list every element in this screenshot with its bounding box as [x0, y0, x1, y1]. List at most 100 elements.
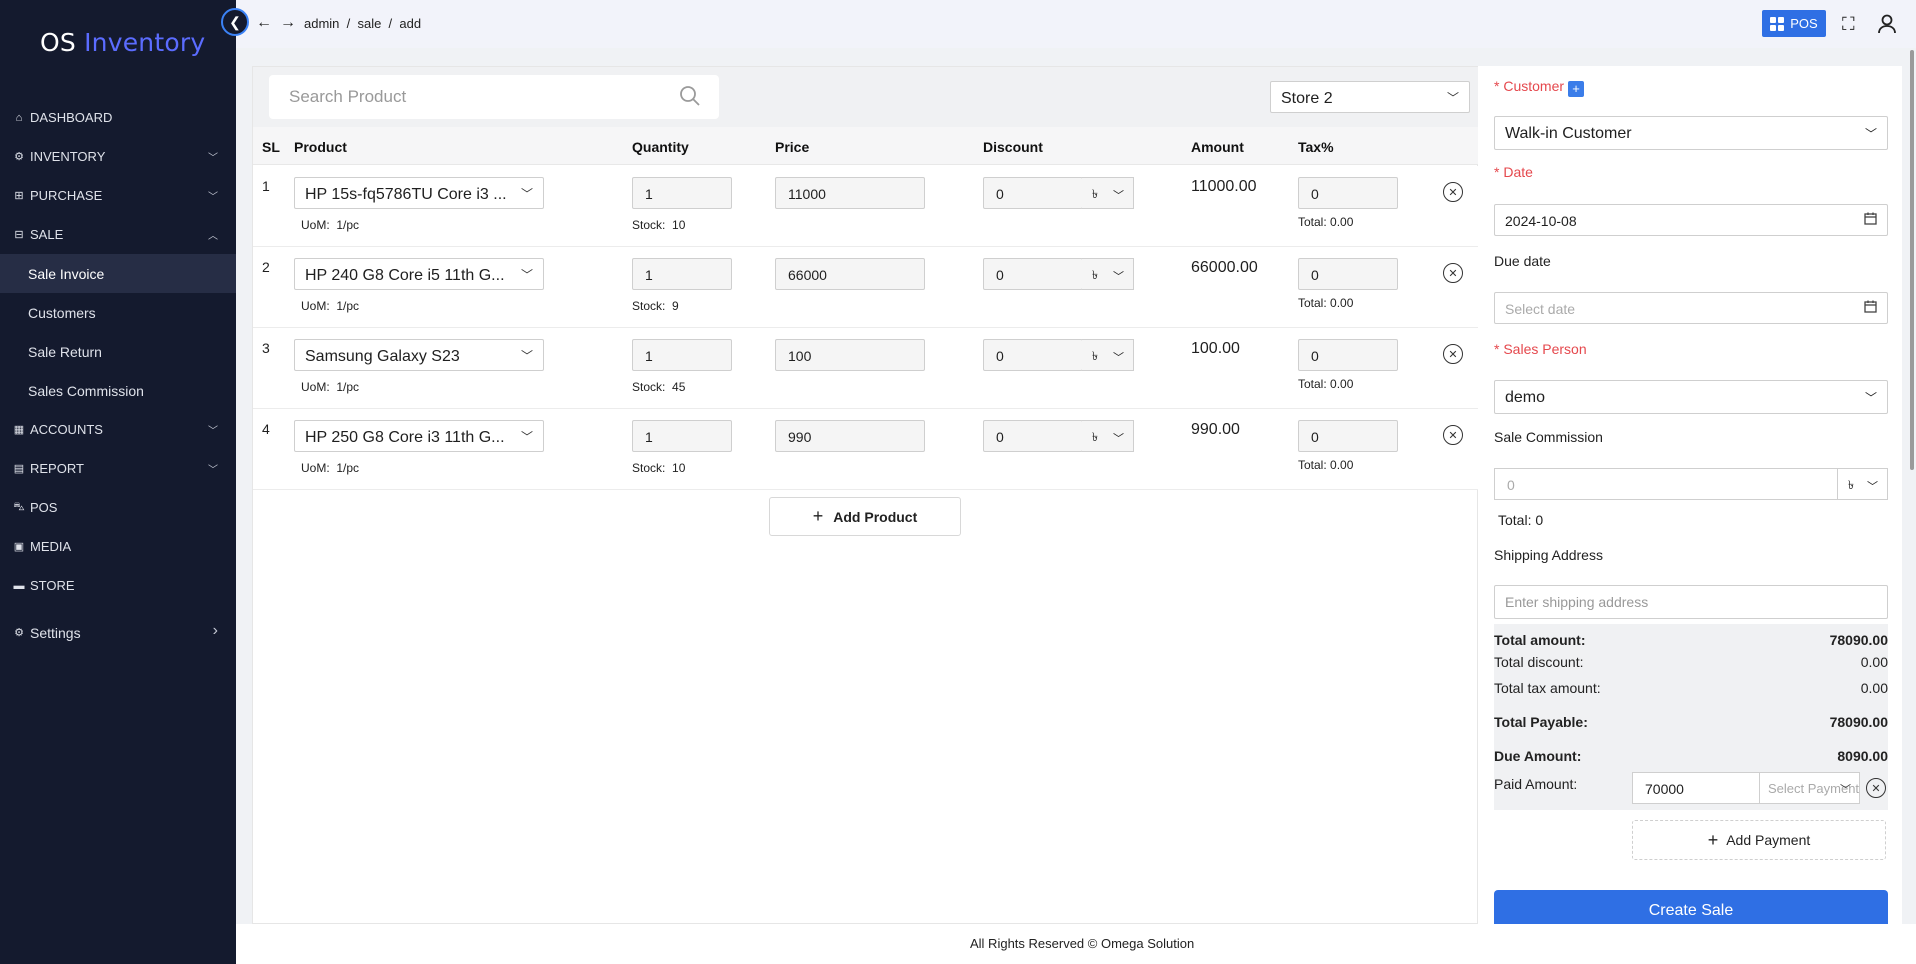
scrollbar-thumb[interactable] [1910, 50, 1914, 470]
quantity-input[interactable]: 1 [632, 339, 732, 371]
back-arrow-icon[interactable]: ← [256, 14, 272, 32]
add-product-button[interactable]: + Add Product [769, 497, 961, 536]
sidebar-item-accounts[interactable]: ▦ ACCOUNTS ﹀ [0, 410, 236, 449]
close-icon: ✕ [1448, 429, 1458, 442]
pos-button[interactable]: POS [1762, 10, 1826, 37]
row-amount: 100.00 [1191, 340, 1240, 357]
sales-person-select[interactable]: demo ﹀ [1494, 380, 1888, 414]
sidebar-subitem-sales-commission[interactable]: Sales Commission [0, 371, 236, 410]
product-select[interactable]: HP 15s-fq5786TU Core i3 ... ﹀ [294, 177, 544, 209]
due-amount-label: Due Amount: [1494, 748, 1582, 764]
discount-unit-select[interactable]: ৳ ﹀ [1082, 339, 1134, 371]
sidebar-item-media[interactable]: ▣ MEDIA [0, 527, 236, 566]
remove-row-button[interactable]: ✕ [1443, 344, 1463, 364]
search-icon[interactable] [679, 85, 701, 113]
sale-commission-input[interactable]: 0 [1494, 468, 1838, 500]
chevron-down-icon: ﹀ [208, 153, 218, 164]
discount-input[interactable]: 0 [983, 258, 1083, 290]
tax-input[interactable]: 0 [1298, 177, 1398, 209]
discount-unit-select[interactable]: ৳ ﹀ [1082, 420, 1134, 452]
price-input[interactable]: 990 [775, 420, 925, 452]
due-date-picker[interactable]: Select date [1494, 292, 1888, 324]
tax-input[interactable]: 0 [1298, 339, 1398, 371]
product-select[interactable]: HP 250 G8 Core i3 11th G... ﹀ [294, 420, 544, 452]
tax-input[interactable]: 0 [1298, 258, 1398, 290]
due-date-label: Due date [1494, 253, 1551, 269]
total-amount-value: 78090.00 [1829, 632, 1888, 648]
sidebar-item-inventory[interactable]: ⚙ INVENTORY ﹀ [0, 137, 236, 176]
sidebar-item-sale[interactable]: ⊟ SALE ︿ [0, 215, 236, 254]
app-logo[interactable]: OS Inventory [40, 28, 205, 57]
remove-row-button[interactable]: ✕ [1443, 425, 1463, 445]
shipping-address-input[interactable]: Enter shipping address [1494, 585, 1888, 619]
paid-amount-input[interactable]: 70000 [1632, 772, 1760, 804]
stock-label: Stock: [632, 218, 666, 232]
chevron-left-icon: ❮ [229, 13, 241, 30]
sidebar-item-label: Settings [30, 624, 81, 641]
search-product-input[interactable] [269, 75, 719, 119]
tax-input[interactable]: 0 [1298, 420, 1398, 452]
logo-inventory-text: Inventory [84, 28, 206, 57]
chevron-down-icon: ﹀ [1864, 127, 1877, 141]
date-picker[interactable]: 2024-10-08 [1494, 204, 1888, 236]
sidebar-subitem-sale-invoice[interactable]: Sale Invoice [0, 254, 236, 293]
row-amount: 990.00 [1191, 421, 1240, 438]
commission-unit-select[interactable]: ৳ ﹀ [1838, 468, 1888, 500]
add-product-label: Add Product [833, 508, 918, 525]
store-select[interactable]: Store 2 ﹀ [1270, 81, 1470, 113]
add-customer-button[interactable]: + [1568, 80, 1585, 97]
commission-total: Total: 0 [1498, 512, 1544, 528]
row-sl: 4 [262, 421, 270, 437]
close-icon: ✕ [1448, 348, 1458, 361]
uom-label: UoM: [301, 380, 330, 394]
quantity-input[interactable]: 1 [632, 258, 732, 290]
payment-method-select[interactable]: Select Payment ﹀ [1760, 772, 1860, 804]
product-select[interactable]: HP 240 G8 Core i5 11th G... ﹀ [294, 258, 544, 290]
price-input[interactable]: 11000 [775, 177, 925, 209]
sidebar-subitem-sale-return[interactable]: Sale Return [0, 332, 236, 371]
total-payable-value: 78090.00 [1829, 714, 1888, 730]
minus-square-icon: ⊟ [14, 229, 24, 241]
discount-input[interactable]: 0 [983, 420, 1083, 452]
table-row: 1 HP 15s-fq5786TU Core i3 ... ﹀ UoM: 1/p… [253, 166, 1479, 247]
fullscreen-icon[interactable]: ⛶ [1842, 14, 1855, 35]
plus-icon: + [812, 506, 824, 526]
discount-input[interactable]: 0 [983, 177, 1083, 209]
sidebar-collapse-button[interactable]: ❮ [221, 8, 249, 36]
sidebar-item-report[interactable]: ▤ REPORT ﹀ [0, 449, 236, 488]
customer-select[interactable]: Walk-in Customer ﹀ [1494, 116, 1888, 150]
add-payment-button[interactable]: + Add Payment [1632, 820, 1886, 860]
remove-row-button[interactable]: ✕ [1443, 182, 1463, 202]
uom-info: UoM: 1/pc [301, 218, 359, 232]
quantity-input[interactable]: 1 [632, 420, 732, 452]
header-amount: Amount [1191, 139, 1244, 155]
quantity-input[interactable]: 1 [632, 177, 732, 209]
uom-value: 1/pc [336, 380, 360, 394]
chevron-down-icon: ﹀ [1113, 352, 1124, 364]
user-icon[interactable] [1878, 14, 1896, 39]
calculator-icon: ▦ [13, 424, 25, 436]
sidebar-item-dashboard[interactable]: ⌂ DASHBOARD [0, 98, 236, 137]
remove-row-button[interactable]: ✕ [1443, 263, 1463, 283]
remove-payment-button[interactable]: ✕ [1866, 778, 1886, 798]
sidebar-item-pos[interactable]: ⛍ POS [0, 488, 236, 527]
store-select-value: Store 2 [1281, 90, 1333, 107]
breadcrumb[interactable]: admin / sale / add [304, 16, 421, 31]
sale-items-panel: Store 2 ﹀ SL Product Quantity Price Disc… [252, 66, 1479, 924]
header-quantity: Quantity [632, 139, 689, 155]
discount-unit-select[interactable]: ৳ ﹀ [1082, 258, 1134, 290]
price-input[interactable]: 66000 [775, 258, 925, 290]
currency-symbol: ৳ [1092, 187, 1098, 201]
price-input[interactable]: 100 [775, 339, 925, 371]
forward-arrow-icon[interactable]: → [280, 14, 296, 32]
sidebar-item-settings[interactable]: ⚙ Settings › [0, 613, 236, 652]
discount-unit-select[interactable]: ৳ ﹀ [1082, 177, 1134, 209]
sidebar-item-purchase[interactable]: ⊞ PURCHASE ﹀ [0, 176, 236, 215]
sidebar-subitem-customers[interactable]: Customers [0, 293, 236, 332]
pos-button-label: POS [1790, 16, 1818, 31]
sidebar-item-store[interactable]: ▬ STORE [0, 566, 236, 605]
discount-input[interactable]: 0 [983, 339, 1083, 371]
product-select[interactable]: Samsung Galaxy S23 ﹀ [294, 339, 544, 371]
chevron-down-icon: ﹀ [1113, 433, 1124, 445]
due-date-placeholder: Select date [1505, 301, 1576, 317]
